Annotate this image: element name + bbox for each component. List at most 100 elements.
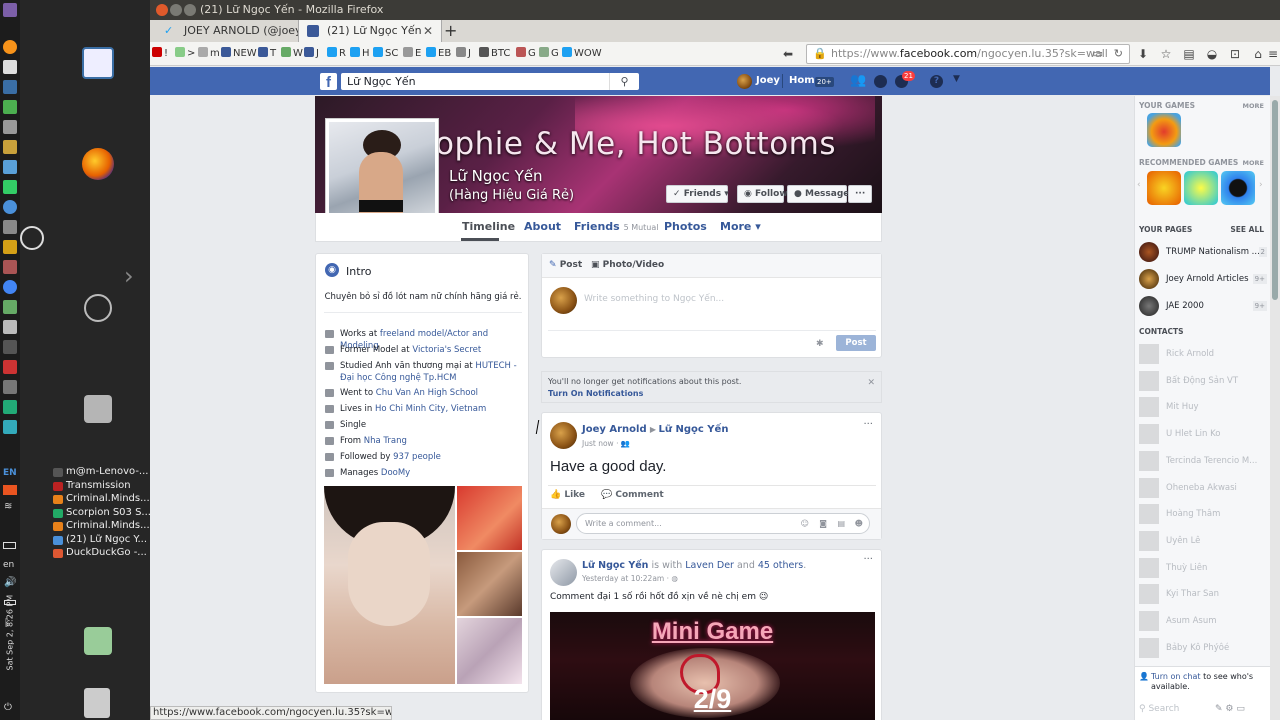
contact-item[interactable]: Oheneba Akwasi — [1139, 477, 1265, 498]
tab-more[interactable]: More ▾ — [720, 213, 761, 241]
chat-settings-icons[interactable]: ✎ ⚙ ▭ — [1215, 704, 1245, 714]
post-target-link[interactable]: Lữ Ngọc Yến — [659, 424, 729, 435]
app2-icon[interactable] — [3, 380, 17, 394]
games-prev-icon[interactable]: ‹ — [1137, 180, 1141, 190]
volume-icon[interactable]: 🔊 — [4, 577, 16, 588]
intro-photo-1[interactable] — [324, 486, 455, 684]
tab-about[interactable]: About — [524, 213, 561, 241]
tab-joey-arnold[interactable]: ✓ JOEY ARNOLD (@joey — [156, 20, 306, 42]
bookmark-item[interactable]: BTC — [479, 47, 510, 61]
user-profile-link[interactable]: Joey — [756, 67, 780, 95]
others-link[interactable]: 45 others — [758, 560, 803, 571]
intro-photo-2[interactable] — [457, 486, 522, 550]
user-share-icon[interactable] — [84, 627, 112, 655]
new-tab-icon[interactable]: + — [444, 20, 457, 42]
chat-search-input[interactable]: ⚲ Search — [1139, 704, 1179, 714]
comment-button[interactable]: 💬 Comment — [601, 490, 664, 500]
sidebar-page-item[interactable]: Joey Arnold Articles 9+ — [1139, 269, 1267, 289]
task-item[interactable]: Transmission — [52, 480, 150, 494]
url-bar[interactable]: 🔒 https://www.facebook.com/ngocyen.lu.35… — [806, 44, 1130, 64]
fb-search-input[interactable]: Lữ Ngọc Yến ⚲ — [341, 73, 639, 90]
bookmark-item[interactable]: m — [198, 47, 220, 61]
screenshot-icon[interactable]: ⊡ — [1227, 46, 1243, 62]
intro-row-link[interactable]: 937 people — [393, 452, 441, 462]
recommended-more-link[interactable]: MORE — [1243, 159, 1264, 167]
files-icon[interactable] — [3, 160, 17, 174]
tab-friends[interactable]: Friends 5 Mutual — [574, 213, 659, 241]
monitor-icon[interactable] — [3, 320, 17, 334]
bookmark-item[interactable]: ! — [152, 47, 168, 61]
home-icon[interactable]: ⌂ — [1250, 46, 1266, 62]
bookmark-item[interactable]: NEW — [221, 47, 257, 61]
emoji-icon[interactable]: ☺ — [801, 514, 809, 533]
search-icon[interactable]: ⚲ — [609, 73, 639, 90]
document-icon[interactable] — [82, 47, 114, 79]
library-icon[interactable]: ▤ — [1181, 46, 1197, 62]
maximize-window-icon[interactable] — [184, 4, 196, 16]
intro-photo-4[interactable] — [457, 618, 522, 684]
scrollbar-thumb[interactable] — [1272, 100, 1278, 300]
intro-photo-3[interactable] — [457, 552, 522, 616]
folder-icon[interactable] — [3, 240, 17, 254]
friend-requests-icon[interactable]: 👥 — [850, 74, 866, 88]
post-author-link[interactable]: Joey Arnold — [582, 424, 647, 435]
games-more-link[interactable]: MORE — [1243, 102, 1264, 110]
ubuntu-logo-icon[interactable] — [84, 294, 112, 322]
intro-row-link[interactable]: Nha Trang — [364, 436, 407, 446]
intro-row-link[interactable]: Ho Chi Minh City, Vietnam — [375, 404, 486, 414]
bookmark-item[interactable]: > — [175, 47, 195, 61]
task-item[interactable]: m@m-Lenovo-... — [52, 466, 150, 480]
post2-image[interactable]: Mini Game 2/9 — [550, 612, 875, 720]
comment-input[interactable]: Write a comment... ☺ ◙ ▤ ☻ — [576, 513, 870, 534]
task-item[interactable]: Scorpion S03 S... — [52, 507, 150, 521]
tool-icon[interactable] — [3, 220, 17, 234]
post2-author-avatar[interactable] — [550, 559, 577, 586]
chevron-right-icon[interactable]: › — [124, 262, 134, 290]
download-icon[interactable]: ⬇ — [1135, 46, 1151, 62]
app3-icon[interactable] — [3, 400, 17, 414]
settings-gear-icon[interactable]: ✱ — [816, 339, 824, 349]
bookmark-item[interactable]: G — [539, 47, 559, 61]
browser-icon[interactable] — [3, 200, 17, 214]
apps-grid-icon[interactable] — [3, 120, 17, 134]
archive-icon[interactable] — [3, 140, 17, 154]
account-menu-icon[interactable]: ▼ — [953, 74, 960, 84]
intro-row-link[interactable]: Chu Van An High School — [376, 388, 478, 398]
bookmark-item[interactable]: J — [456, 47, 471, 61]
task-item[interactable]: (21) Lữ Ngọc Y... — [52, 534, 150, 548]
bookmark-star-icon[interactable]: ☆ — [1158, 46, 1174, 62]
friends-button[interactable]: ✓ Friends ▾ — [666, 185, 729, 203]
reader-view-icon[interactable]: ▭ — [1093, 45, 1103, 63]
message-button[interactable]: ● Message — [787, 185, 849, 203]
help-icon[interactable]: ? — [930, 75, 943, 88]
turn-on-chat-link[interactable]: Turn on chat — [1151, 672, 1201, 681]
spreadsheet-icon[interactable] — [3, 100, 17, 114]
post2-options-icon[interactable]: ··· — [863, 554, 873, 565]
game-icon[interactable] — [3, 260, 17, 274]
contact-item[interactable]: Bảby Kô Phýôé — [1139, 637, 1265, 658]
more-options-button[interactable]: ··· — [848, 185, 872, 203]
contact-item[interactable]: Asum Asum — [1139, 611, 1265, 631]
post2-author-link[interactable]: Lữ Ngọc Yến — [582, 560, 648, 571]
sidebar-page-item[interactable]: JAE 2000 9+ — [1139, 296, 1267, 316]
chrome-icon[interactable] — [3, 280, 17, 294]
calendar-icon[interactable] — [3, 80, 17, 94]
tab-timeline[interactable]: Timeline — [462, 213, 515, 241]
contact-item[interactable]: Rick Arnold — [1139, 344, 1265, 364]
post-tab[interactable]: ✎ Post — [549, 260, 582, 270]
task-item[interactable]: Criminal.Minds... — [52, 520, 150, 534]
composer-input[interactable]: Write something to Ngọc Yến... — [584, 294, 724, 304]
wifi-icon[interactable]: ≋ — [4, 501, 12, 512]
games-next-icon[interactable]: › — [1259, 180, 1263, 190]
gif-icon[interactable]: ▤ — [837, 514, 845, 533]
candy-crush-game-icon[interactable] — [1147, 113, 1181, 147]
tab-profile[interactable]: (21) Lữ Ngọc Yến ✕ — [298, 20, 442, 42]
recommended-game-3-icon[interactable] — [1221, 171, 1255, 205]
profile-name[interactable]: Lữ Ngọc Yến — [449, 167, 542, 185]
turn-on-notifications-link[interactable]: Turn On Notifications — [548, 389, 643, 398]
contact-item[interactable]: Thuỳ Liên — [1139, 557, 1265, 578]
settings-icon[interactable] — [3, 340, 17, 354]
post-button[interactable]: Post — [836, 335, 876, 351]
trash-icon[interactable] — [84, 688, 110, 718]
post-options-icon[interactable]: ··· — [863, 419, 873, 430]
